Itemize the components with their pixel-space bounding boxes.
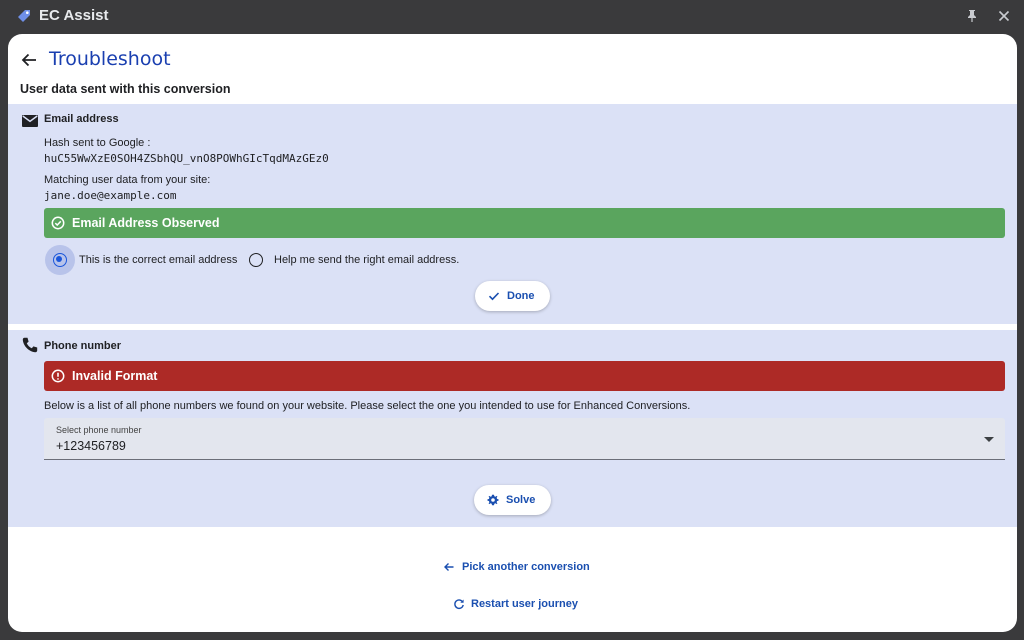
check-circle-icon: [51, 216, 65, 230]
email-label: Email address: [44, 113, 119, 125]
done-button[interactable]: Done: [475, 281, 550, 311]
match-value: jane.doe@example.com: [44, 189, 177, 202]
close-icon[interactable]: [996, 8, 1012, 24]
dropdown-arrow-icon: [984, 437, 994, 442]
phone-status-banner: Invalid Format: [44, 361, 1005, 391]
restart-user-journey-link[interactable]: Restart user journey: [453, 598, 583, 610]
section-heading: User data sent with this conversion: [20, 82, 231, 96]
title-bar: EC Assist: [0, 0, 1024, 32]
phone-label: Phone number: [44, 340, 122, 352]
pick-another-conversion-link[interactable]: Pick another conversion: [443, 561, 593, 573]
arrow-back-icon[interactable]: [19, 50, 39, 70]
help-email-label[interactable]: Help me send the right email address.: [274, 254, 459, 266]
app-title: EC Assist: [39, 7, 109, 24]
email-panel: Email address Hash sent to Google : huC5…: [8, 104, 1017, 324]
arrow-back-icon: [444, 563, 454, 571]
solve-button[interactable]: Solve: [474, 485, 551, 515]
restart-user-journey-label: Restart user journey: [471, 598, 578, 610]
refresh-icon: [454, 599, 464, 609]
phone-description: Below is a list of all phone numbers we …: [44, 400, 691, 412]
troubleshoot-card: Troubleshoot User data sent with this co…: [8, 34, 1017, 632]
correct-email-label[interactable]: This is the correct email address: [79, 254, 237, 266]
select-phone-value: +123456789: [56, 439, 126, 453]
tag-icon: [18, 10, 30, 22]
hash-value: huC55WwXzE0SOH4ZSbhQU_vnO8POWhGIcTqdMAzG…: [44, 152, 329, 165]
hash-label: Hash sent to Google :: [44, 137, 151, 149]
phone-icon: [22, 337, 38, 353]
phone-status-text: Invalid Format: [72, 369, 158, 383]
done-button-label: Done: [507, 290, 535, 302]
select-phone-label: Select phone number: [56, 425, 142, 435]
pin-icon[interactable]: [964, 8, 980, 24]
email-status-banner: Email Address Observed: [44, 208, 1005, 238]
check-icon: [488, 292, 500, 301]
correct-email-radio[interactable]: [53, 253, 67, 267]
match-label: Matching user data from your site:: [44, 174, 211, 186]
error-circle-icon: [51, 369, 65, 383]
email-status-text: Email Address Observed: [72, 216, 220, 230]
phone-number-select[interactable]: Select phone number +123456789: [44, 418, 1005, 460]
pick-another-conversion-label: Pick another conversion: [462, 561, 590, 573]
solve-button-label: Solve: [506, 494, 536, 506]
gear-icon: [487, 494, 499, 506]
help-email-radio[interactable]: [249, 253, 263, 267]
page-title: Troubleshoot: [49, 48, 171, 70]
mail-icon: [22, 115, 38, 127]
